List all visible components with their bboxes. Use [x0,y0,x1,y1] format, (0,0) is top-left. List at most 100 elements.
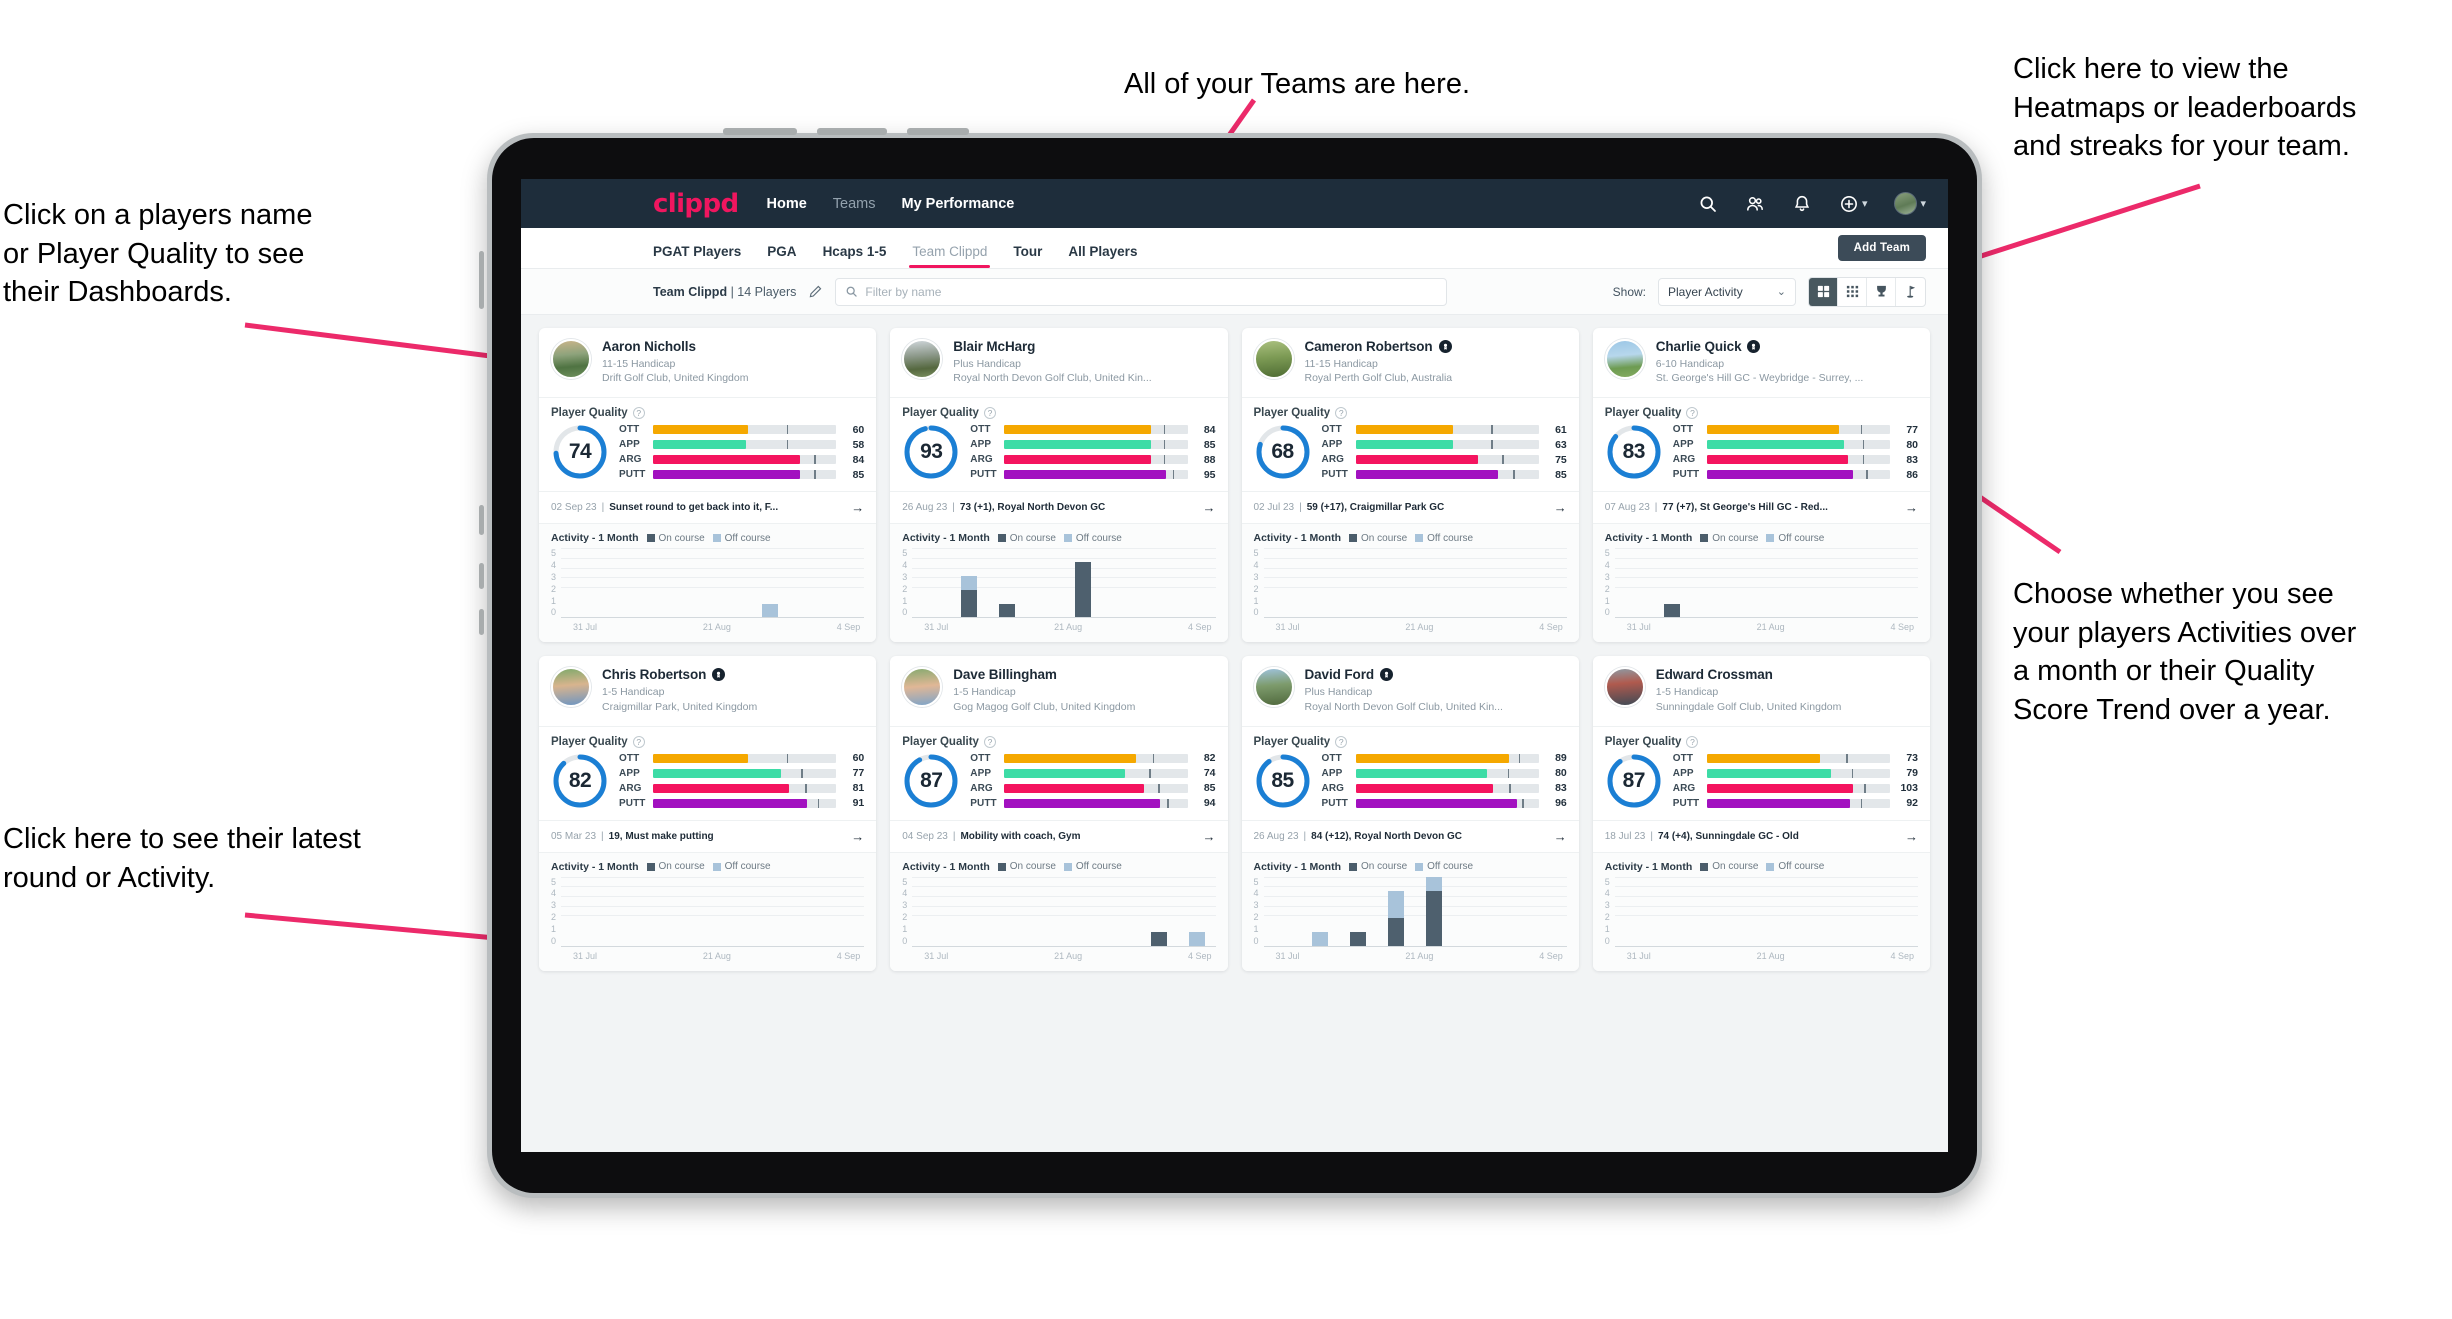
player-avatar[interactable] [1604,667,1645,708]
tab-pga[interactable]: PGA [767,244,796,268]
grid-small-icon[interactable] [1838,277,1867,306]
player-name[interactable]: Aaron Nicholls [602,339,696,354]
nav-link-teams[interactable]: Teams [833,196,876,212]
player-card[interactable]: Blair McHarg Plus Handicap Royal North Dev… [890,328,1228,643]
player-name[interactable]: Dave Billingham [953,667,1057,682]
tab-tour[interactable]: Tour [1013,244,1042,268]
arrow-right-icon[interactable]: → [1554,500,1567,515]
avatar[interactable] [1894,192,1918,215]
search-input[interactable] [865,284,1438,299]
player-card-header[interactable]: Edward Crossman 1-5 Handicap Sunningdale G… [1593,656,1930,725]
player-card-header[interactable]: Dave Billingham 1-5 Handicap Gog Magog Gol… [890,656,1227,725]
player-name[interactable]: David Ford [1305,667,1375,682]
player-quality-section[interactable]: Player Quality? 83 OTT 77 APP 80 ARG 83 PUTT 86 [1592,397,1930,491]
arrow-right-icon[interactable]: → [851,500,864,515]
arrow-right-icon[interactable]: → [851,829,864,844]
bell-icon[interactable] [1792,194,1812,214]
player-card[interactable]: Cameron Robertson 11-15 Handicap Royal Per… [1241,328,1579,643]
player-name-row[interactable]: Chris Robertson [602,667,864,682]
player-quality-ring[interactable]: 68 [1254,423,1312,481]
player-quality-ring[interactable]: 87 [902,752,960,810]
player-quality-ring[interactable]: 83 [1605,423,1663,481]
latest-activity-row[interactable]: 18 Jul 23 | 74 (+4), Sunningdale GC - Old → [1592,819,1930,852]
grid-large-icon[interactable] [1809,277,1838,306]
latest-activity-row[interactable]: 26 Aug 23 | 73 (+1), Royal North Devon GC → [890,491,1228,523]
latest-activity-row[interactable]: 02 Sep 23 | Sunset round to get back into … [539,491,877,523]
tab-hcaps-1-5[interactable]: Hcaps 1-5 [823,244,887,268]
player-quality-ring[interactable]: 93 [902,423,960,481]
search-box[interactable] [835,277,1448,306]
user-menu[interactable]: ▾ [1894,192,1926,215]
player-quality-section[interactable]: Player Quality? 68 OTT 61 APP 63 ARG 75 PUTT 85 [1241,397,1579,491]
player-card[interactable]: David Ford Plus Handicap Royal North Devon… [1241,656,1579,971]
help-circle-icon[interactable]: ? [1686,407,1699,420]
add-team-button[interactable]: Add Team [1837,235,1926,261]
help-circle-icon[interactable]: ? [632,407,645,420]
player-name[interactable]: Edward Crossman [1656,667,1773,682]
player-card-header[interactable]: David Ford Plus Handicap Royal North Devon… [1242,656,1579,725]
help-circle-icon[interactable]: ? [632,735,645,748]
arrow-right-icon[interactable]: → [1203,500,1216,515]
player-name-row[interactable]: Cameron Robertson [1305,339,1567,354]
flag-icon[interactable] [1896,278,1925,306]
player-avatar[interactable] [551,339,591,379]
latest-activity-row[interactable]: 07 Aug 23 | 77 (+7), St George's Hill GC -… [1592,491,1930,523]
player-card-header[interactable]: Blair McHarg Plus Handicap Royal North Dev… [890,328,1227,397]
trophy-icon[interactable] [1867,277,1896,306]
player-avatar[interactable] [902,667,943,708]
player-card[interactable]: Dave Billingham 1-5 Handicap Gog Magog Gol… [890,656,1228,971]
player-avatar[interactable] [1604,339,1645,379]
nav-link-home[interactable]: Home [766,196,806,212]
player-avatar[interactable] [902,339,943,379]
latest-activity-row[interactable]: 26 Aug 23 | 84 (+12), Royal North Devon GC… [1241,819,1579,852]
player-quality-ring[interactable]: 87 [1605,752,1663,810]
help-circle-icon[interactable]: ? [1335,735,1348,748]
player-name[interactable]: Charlie Quick [1656,339,1742,354]
arrow-right-icon[interactable]: → [1905,829,1918,844]
latest-activity-row[interactable]: 04 Sep 23 | Mobility with coach, Gym → [890,819,1228,852]
app-logo[interactable]: clippd [653,189,739,219]
player-name-row[interactable]: Aaron Nicholls [602,339,864,354]
player-name-row[interactable]: Charlie Quick [1656,339,1918,354]
player-name-row[interactable]: David Ford [1305,667,1567,682]
arrow-right-icon[interactable]: → [1905,500,1918,515]
player-card-header[interactable]: Cameron Robertson 11-15 Handicap Royal Per… [1242,328,1579,397]
player-name-row[interactable]: Dave Billingham [953,667,1215,682]
arrow-right-icon[interactable]: → [1203,829,1216,844]
player-name[interactable]: Cameron Robertson [1305,339,1433,354]
player-quality-ring[interactable]: 85 [1254,752,1312,810]
people-icon[interactable] [1745,194,1765,214]
help-circle-icon[interactable]: ? [1335,407,1348,420]
player-avatar[interactable] [551,667,591,708]
help-circle-icon[interactable]: ? [1686,735,1699,748]
player-card-header[interactable]: Charlie Quick 6-10 Handicap St. George's H… [1593,328,1930,397]
player-quality-section[interactable]: Player Quality? 74 OTT 60 APP 58 ARG 84 PUTT 85 [539,397,877,491]
player-avatar[interactable] [1253,667,1294,708]
arrow-right-icon[interactable]: → [1554,829,1567,844]
latest-activity-row[interactable]: 02 Jul 23 | 59 (+17), Craigmillar Park GC → [1241,491,1579,523]
tab-pgat-players[interactable]: PGAT Players [653,244,741,268]
player-name-row[interactable]: Edward Crossman [1656,667,1918,682]
add-menu[interactable]: ▾ [1839,194,1867,214]
tab-team-clippd[interactable]: Team Clippd [909,244,991,268]
help-circle-icon[interactable]: ? [983,407,996,420]
player-name[interactable]: Chris Robertson [602,667,706,682]
player-avatar[interactable] [1253,339,1294,379]
player-card-header[interactable]: Aaron Nicholls 11-15 Handicap Drift Golf C… [539,328,876,397]
player-card[interactable]: Edward Crossman 1-5 Handicap Sunningdale G… [1592,656,1930,971]
nav-link-my-performance[interactable]: My Performance [902,196,1015,212]
pencil-icon[interactable] [808,284,823,299]
player-name-row[interactable]: Blair McHarg [953,339,1215,354]
player-quality-section[interactable]: Player Quality? 87 OTT 73 APP 79 ARG 103 PUTT 92 [1592,725,1930,820]
player-quality-section[interactable]: Player Quality? 87 OTT 82 APP 74 ARG 85 PUTT 94 [890,725,1228,820]
player-card[interactable]: Charlie Quick 6-10 Handicap St. George's H… [1592,328,1930,643]
player-card[interactable]: Chris Robertson 1-5 Handicap Craigmillar P… [539,656,877,971]
player-card[interactable]: Aaron Nicholls 11-15 Handicap Drift Golf C… [539,328,877,643]
player-quality-section[interactable]: Player Quality? 85 OTT 89 APP 80 ARG 83 PUTT 96 [1241,725,1579,820]
player-quality-section[interactable]: Player Quality? 82 OTT 60 APP 77 ARG 81 PUTT 91 [539,725,877,820]
show-select[interactable]: Player Activity ⌄ [1658,277,1796,306]
latest-activity-row[interactable]: 05 Mar 23 | 19, Must make putting → [539,819,877,852]
player-card-header[interactable]: Chris Robertson 1-5 Handicap Craigmillar P… [539,656,876,725]
plus-circle-icon[interactable] [1839,194,1859,214]
player-quality-ring[interactable]: 82 [551,752,609,810]
